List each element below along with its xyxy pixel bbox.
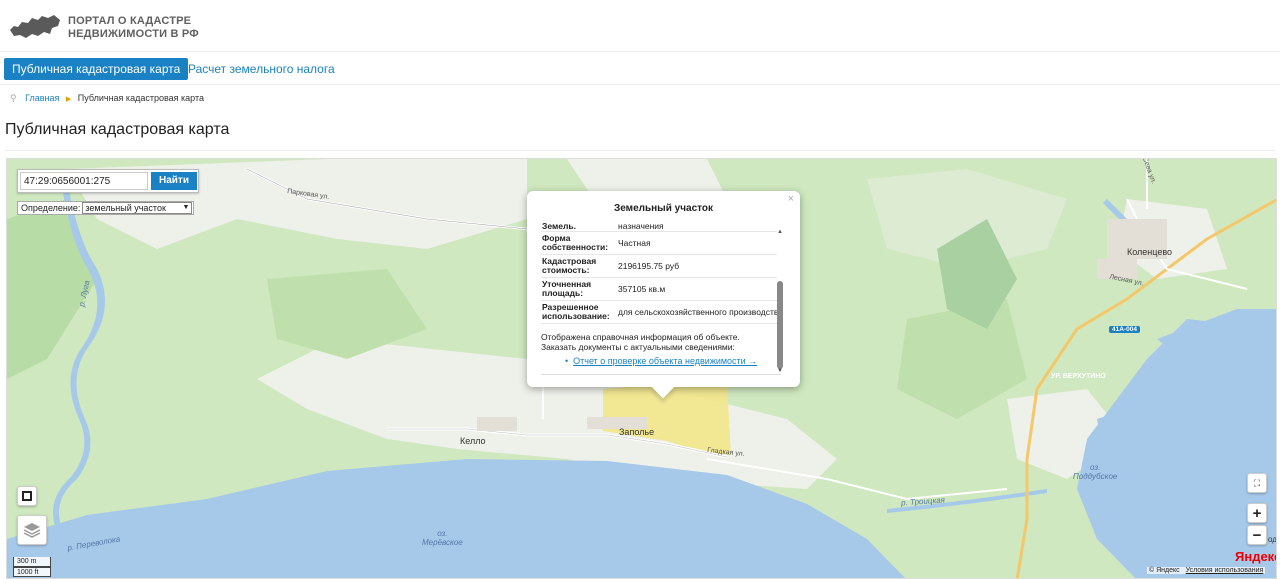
zoom-out-button[interactable]: − — [1247, 525, 1267, 545]
place-label-kolentsevo: Коленцево — [1127, 247, 1173, 257]
table-row: Разрешенное использование: для сельскохо… — [541, 300, 777, 324]
russia-map-icon[interactable] — [8, 12, 62, 40]
breadcrumb-current: Публичная кадастровая карта — [77, 93, 204, 103]
cadastral-search-box: Найти — [17, 169, 199, 193]
lake-label-poddubskoe: оз. Поддубское — [1073, 463, 1117, 481]
table-row: Уточненная площадь: 357105 кв.м — [541, 277, 777, 301]
logo-line-2: НЕДВИЖИМОСТИ В РФ — [68, 28, 199, 40]
property-key: Разрешенное использование: — [541, 300, 617, 324]
site-header: ПОРТАЛ О КАДАСТРЕ НЕДВИЖИМОСТИ В РФ — [0, 0, 1280, 52]
definition-value: земельный участок — [85, 203, 166, 213]
square-select-icon — [22, 491, 32, 501]
scale-meters: 300 m — [13, 557, 51, 567]
popup-title: Земельный участок — [613, 203, 714, 214]
definition-select[interactable]: земельный участок ▼ — [82, 202, 193, 214]
definition-row: Определение: земельный участок ▼ — [17, 201, 195, 215]
main-nav: Публичная кадастровая карта Расчет земел… — [0, 57, 1280, 85]
property-table: Земель. назначения Форма собственности: … — [541, 223, 777, 324]
definition-label: Определение: — [21, 203, 81, 213]
tab-land-tax[interactable]: Расчет земельного налога — [180, 58, 343, 80]
popup-body[interactable]: Земель. назначения Форма собственности: … — [541, 223, 777, 379]
terms-link[interactable]: Условия использования — [1186, 567, 1264, 574]
property-value: назначения — [617, 223, 777, 232]
breadcrumb-arrow-icon: ▶ — [65, 96, 72, 103]
selection-tool-button[interactable] — [17, 486, 37, 506]
report-link[interactable]: Отчет о проверке объекта недвижимости → — [565, 356, 777, 366]
lake-label-poddubskoe-prefix: оз. — [1090, 463, 1101, 472]
fullscreen-icon: ⛶ — [1253, 477, 1261, 488]
property-value: для сельскохозяйственного производства — [617, 300, 777, 324]
table-row: Земель. назначения — [541, 223, 777, 232]
site-logo-text[interactable]: ПОРТАЛ О КАДАСТРЕ НЕДВИЖИМОСТИ В РФ — [68, 15, 199, 41]
property-value: 357105 кв.м — [617, 277, 777, 301]
cadastral-number-input[interactable] — [20, 172, 148, 190]
layers-button[interactable] — [17, 515, 47, 545]
table-row: Форма собственности: Частная — [541, 231, 777, 255]
copyright-text: © Яндекс — [1149, 567, 1180, 574]
property-value: 2196195.75 руб — [617, 254, 777, 278]
road-number-badge: 41А-004 — [1109, 326, 1140, 333]
map-copyright: © Яндекс Условия использования — [1147, 567, 1266, 574]
location-pin-icon: ⚲ — [10, 93, 17, 103]
lake-label-poddubskoe-name: Поддубское — [1073, 472, 1118, 481]
place-label-kello: Келло — [460, 436, 486, 446]
breadcrumb: ⚲ Главная ▶ Публичная кадастровая карта — [10, 93, 204, 104]
lake-label-merevskoe-name: Мерёвское — [422, 538, 463, 547]
info-notice: Отображена справочная информация об объе… — [541, 332, 740, 352]
scale-feet: 1000 ft — [13, 567, 51, 577]
property-value: Частная — [617, 231, 777, 255]
place-label-zapolye: Заполье — [619, 427, 655, 437]
page-title: Публичная кадастровая карта — [5, 121, 230, 138]
table-row: Кадастровая стоимость: 2196195.75 руб — [541, 254, 777, 278]
scroll-up-icon[interactable]: ▲ — [777, 229, 783, 235]
search-button[interactable]: Найти — [151, 172, 197, 190]
lake-label-merevskoe-prefix: оз. — [437, 529, 448, 538]
layers-icon — [23, 523, 41, 538]
yandex-logo[interactable]: Яндекс — [1235, 549, 1276, 564]
map-scale: 300 m 1000 ft — [13, 557, 51, 577]
map-view[interactable]: Найти Определение: земельный участок ▼ П… — [6, 158, 1277, 579]
locality-label-verkhutino: УР. ВЕРХУТИНО — [1051, 373, 1106, 380]
property-key: Земель. — [541, 223, 617, 232]
parcel-info-popup: × Земельный участок Земель. назначения Ф… — [527, 191, 800, 399]
zoom-in-button[interactable]: + — [1247, 503, 1267, 523]
scrollbar-thumb[interactable] — [777, 281, 783, 369]
breadcrumb-home-link[interactable]: Главная — [25, 93, 59, 103]
tab-cadastral-map[interactable]: Публичная кадастровая карта — [4, 58, 189, 80]
property-key: Форма собственности: — [541, 231, 617, 255]
property-key: Уточненная площадь: — [541, 277, 617, 301]
chevron-down-icon: ▼ — [182, 204, 190, 211]
property-key: Кадастровая стоимость: — [541, 254, 617, 278]
fullscreen-button[interactable]: ⛶ — [1247, 473, 1267, 493]
popup-divider — [541, 374, 781, 375]
divider — [5, 150, 1275, 151]
logo-line-1: ПОРТАЛ О КАДАСТРЕ — [68, 15, 192, 27]
lake-label-merevskoe: оз. Мерёвское — [422, 529, 463, 547]
edge-cut-label: од — [1268, 535, 1277, 544]
